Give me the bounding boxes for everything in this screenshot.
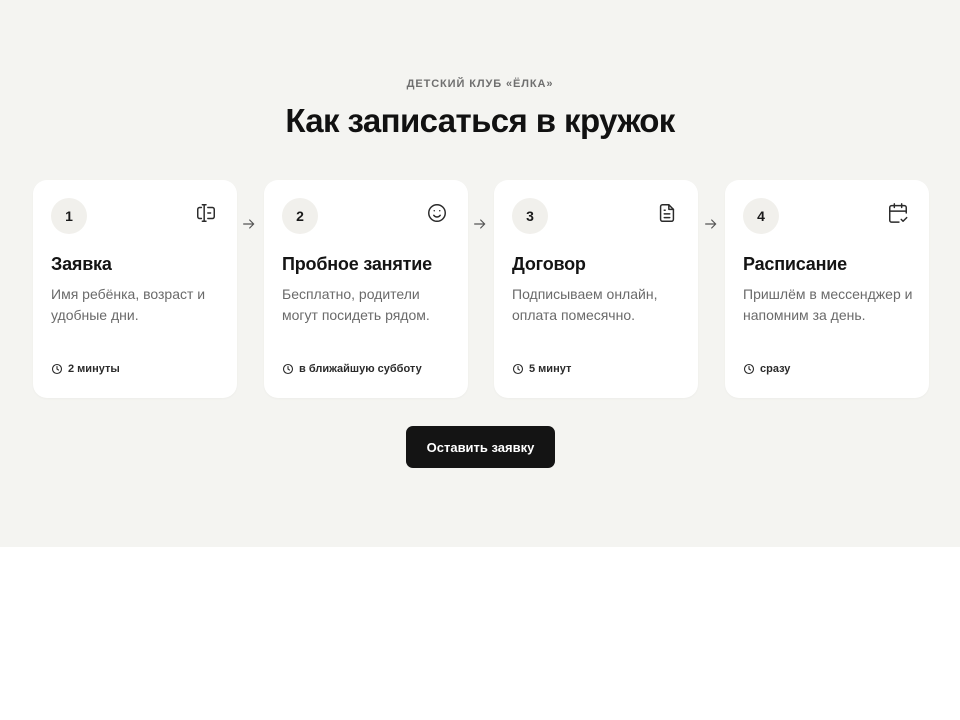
section-eyebrow: ДЕТСКИЙ КЛУБ «ЁЛКА» <box>406 78 554 90</box>
step-duration: 2 минуты <box>51 363 223 375</box>
arrow-right-icon <box>241 216 257 232</box>
step-card-contract: 3 Договор Подписываем онлайн, оплата пом… <box>494 180 698 398</box>
signup-steps-section: ДЕТСКИЙ КЛУБ «ЁЛКА» Как записаться в кру… <box>0 0 960 547</box>
step-description: Подписываем онлайн, оплата помесячно. <box>512 286 658 323</box>
step-title: Пробное занятие <box>282 254 432 274</box>
step-duration-label: сразу <box>760 363 791 375</box>
step-duration: в ближайшую субботу <box>282 363 454 375</box>
step-card-application: 1 Заявка Имя ребёнка, возраст и удобные … <box>33 180 237 398</box>
step-duration-label: 5 минут <box>529 363 572 375</box>
clock-icon <box>51 363 63 375</box>
arrow-right-icon <box>472 216 488 232</box>
clock-icon <box>743 363 755 375</box>
step-title: Расписание <box>743 254 847 274</box>
step-duration-label: 2 минуты <box>68 363 120 375</box>
clock-icon <box>512 363 524 375</box>
step-title: Договор <box>512 254 586 274</box>
step-card-schedule: 4 Расписание Пришлём в мессенджер и напо… <box>725 180 929 398</box>
step-number: 3 <box>512 198 548 234</box>
form-input-icon <box>195 202 217 224</box>
step-number: 1 <box>51 198 87 234</box>
step-description: Пришлём в мессенджер и напомним за день. <box>743 286 913 323</box>
arrow-right-icon <box>703 216 719 232</box>
step-description: Бесплатно, родители могут посидеть рядом… <box>282 286 430 323</box>
step-title: Заявка <box>51 254 112 274</box>
step-duration-label: в ближайшую субботу <box>299 363 422 375</box>
clock-icon <box>282 363 294 375</box>
step-description: Имя ребёнка, возраст и удобные дни. <box>51 286 206 323</box>
calendar-check-icon <box>887 202 909 224</box>
step-number: 2 <box>282 198 318 234</box>
section-title: Как записаться в кружок <box>285 102 675 139</box>
smile-icon <box>426 202 448 224</box>
step-card-trial-lesson: 2 Пробное занятие Бесплатно, родители мо… <box>264 180 468 398</box>
submit-application-button[interactable]: Оставить заявку <box>406 426 555 468</box>
document-icon <box>656 202 678 224</box>
step-duration: сразу <box>743 363 915 375</box>
step-number: 4 <box>743 198 779 234</box>
step-duration: 5 минут <box>512 363 684 375</box>
